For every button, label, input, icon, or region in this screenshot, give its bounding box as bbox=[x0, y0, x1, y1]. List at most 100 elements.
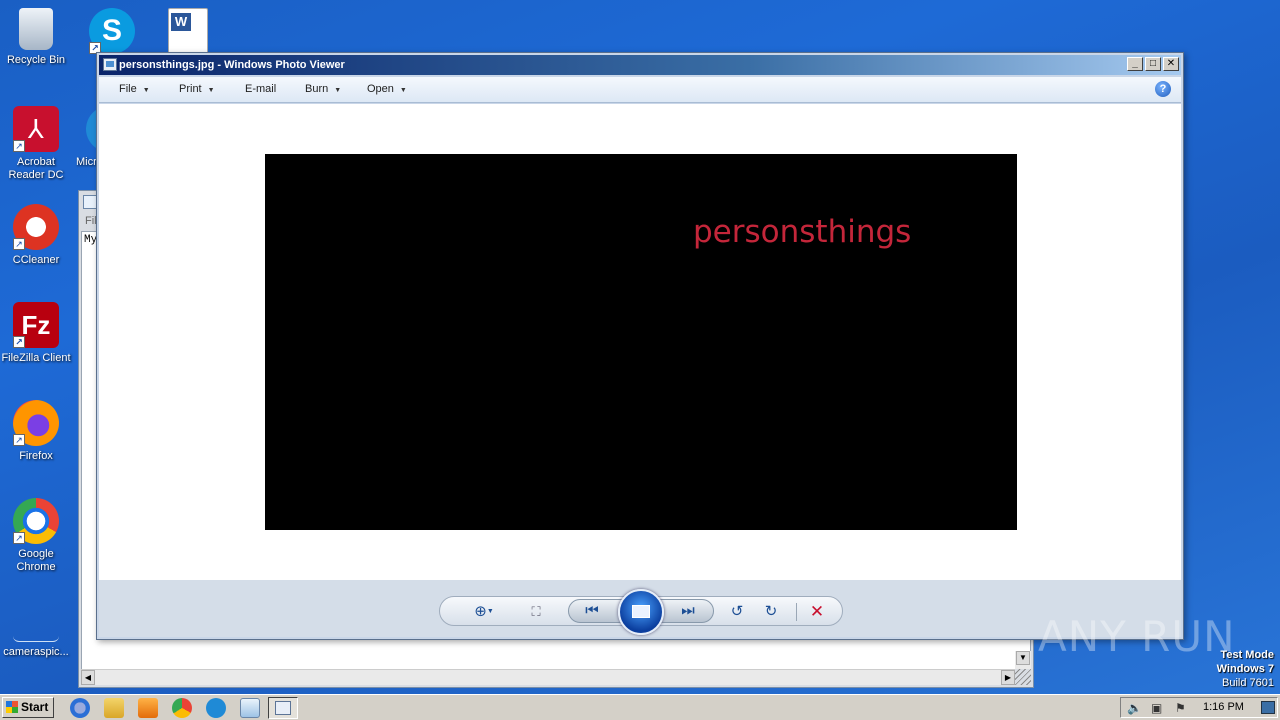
photo-viewer-taskbar-icon bbox=[275, 701, 291, 715]
desktop-icon-label: Google Chrome bbox=[16, 548, 56, 573]
desktop-icon-filezilla[interactable]: Fz ↗ FileZilla Client bbox=[0, 302, 72, 365]
windows-logo-icon bbox=[6, 701, 18, 713]
acrobat-icon: ⅄ ↗ bbox=[13, 106, 59, 152]
desktop-icon-word-document[interactable]: W bbox=[152, 8, 224, 58]
internet-explorer-icon[interactable] bbox=[70, 698, 90, 718]
help-button[interactable]: ? bbox=[1155, 81, 1171, 97]
desktop-icon-skype[interactable]: S ↗ bbox=[76, 8, 148, 58]
background-window-vertical-scrollbar[interactable]: ▼ bbox=[1015, 651, 1031, 669]
system-tray: 🔈 ▣ ⚑ 1:16 PM bbox=[1120, 697, 1278, 718]
slideshow-button[interactable] bbox=[618, 589, 664, 635]
desktop-icon-cameraspic[interactable]: cameraspic... bbox=[0, 616, 72, 659]
test-mode-info: Test Mode Windows 7 Build 7601 bbox=[1217, 648, 1274, 690]
help-icon: ? bbox=[1159, 83, 1167, 95]
desktop-icon-label: Firefox bbox=[19, 450, 53, 462]
desktop-icon-acrobat[interactable]: ⅄ ↗ Acrobat Reader DC bbox=[0, 106, 72, 182]
filezilla-icon: Fz ↗ bbox=[13, 302, 59, 348]
actual-size-button[interactable]: ⛶ bbox=[526, 603, 546, 621]
delete-button[interactable]: ✕ bbox=[806, 603, 828, 621]
zoom-button[interactable]: ⊕▼ bbox=[468, 603, 500, 621]
menu-label: Open bbox=[367, 83, 394, 95]
photo-viewer-taskbar-button[interactable] bbox=[268, 697, 298, 719]
chevron-down-icon: ▼ bbox=[207, 87, 215, 94]
photo-viewer-app-icon bbox=[103, 58, 117, 71]
windows-version-label: Windows 7 bbox=[1216, 663, 1274, 675]
menu-burn[interactable]: Burn ▼ bbox=[305, 83, 341, 95]
network-icon[interactable]: ▣ bbox=[1151, 701, 1162, 715]
background-window-menu-fragment: Fil bbox=[85, 215, 97, 227]
title-bar[interactable]: personsthings.jpg - Windows Photo Viewer… bbox=[99, 55, 1181, 75]
displayed-photo: personsthings bbox=[265, 154, 1017, 530]
close-button[interactable]: ✕ bbox=[1163, 57, 1179, 71]
slideshow-icon bbox=[632, 605, 650, 618]
test-mode-label: Test Mode bbox=[1220, 649, 1274, 661]
file-explorer-icon[interactable] bbox=[104, 698, 124, 718]
resize-grip-icon[interactable] bbox=[1015, 669, 1031, 685]
previous-button[interactable]: ⏮ bbox=[581, 602, 603, 620]
firefox-icon: ↗ bbox=[13, 400, 59, 446]
image-view-area: personsthings bbox=[99, 104, 1181, 580]
actual-size-icon: ⛶ bbox=[531, 604, 541, 619]
chevron-down-icon: ▼ bbox=[486, 608, 494, 616]
photo-viewer-window[interactable]: personsthings.jpg - Windows Photo Viewer… bbox=[96, 52, 1184, 640]
action-center-flag-icon[interactable]: ⚑ bbox=[1175, 701, 1186, 715]
desktop-icon-ccleaner[interactable]: ↗ CCleaner bbox=[0, 204, 72, 267]
chevron-down-icon: ▼ bbox=[334, 87, 342, 94]
control-separator bbox=[796, 603, 797, 621]
menu-print[interactable]: Print ▼ bbox=[179, 83, 215, 95]
background-window-horizontal-scrollbar[interactable]: ◀ ▶ bbox=[81, 669, 1015, 685]
desktop-icon-label: Micr bbox=[76, 156, 97, 168]
window-title: personsthings.jpg - Windows Photo Viewer bbox=[119, 59, 345, 71]
menu-bar: File ▼ Print ▼ E-mail Burn ▼ Open ▼ ? bbox=[99, 77, 1181, 103]
menu-label: File bbox=[119, 83, 137, 95]
menu-open[interactable]: Open ▼ bbox=[367, 83, 407, 95]
maximize-button[interactable]: □ bbox=[1145, 57, 1161, 71]
file-icon bbox=[13, 616, 59, 642]
scroll-down-arrow-icon[interactable]: ▼ bbox=[1016, 651, 1030, 665]
photo-text: personsthings bbox=[693, 214, 912, 250]
anyrun-watermark: ANY RUN bbox=[1038, 612, 1236, 661]
scroll-right-arrow-icon[interactable]: ▶ bbox=[1001, 670, 1015, 685]
show-desktop-button[interactable] bbox=[1261, 701, 1275, 714]
desktop-icon-label: cameraspic... bbox=[3, 646, 69, 658]
next-icon: ⏭ bbox=[681, 602, 695, 619]
clock[interactable]: 1:16 PM bbox=[1203, 701, 1244, 713]
background-window-icon bbox=[83, 195, 97, 209]
word-document-icon: W bbox=[168, 8, 208, 54]
scroll-left-arrow-icon[interactable]: ◀ bbox=[81, 670, 95, 685]
shortcut-arrow-icon: ↗ bbox=[13, 336, 25, 348]
rotate-counterclockwise-icon: ↺ bbox=[730, 603, 744, 620]
minimize-button[interactable]: _ bbox=[1127, 57, 1143, 71]
chrome-taskbar-icon[interactable] bbox=[172, 698, 192, 718]
media-player-icon[interactable] bbox=[138, 698, 158, 718]
shortcut-arrow-icon: ↗ bbox=[13, 238, 25, 250]
chevron-down-icon: ▼ bbox=[399, 87, 407, 94]
notepad-taskbar-icon[interactable] bbox=[240, 698, 260, 718]
skype-icon: S ↗ bbox=[89, 8, 135, 54]
start-label: Start bbox=[21, 700, 49, 714]
shortcut-arrow-icon: ↗ bbox=[13, 140, 25, 152]
menu-label: Print bbox=[179, 83, 202, 95]
previous-icon: ⏮ bbox=[585, 602, 599, 619]
taskbar: Start 🔈 ▣ ⚑ 1:16 PM bbox=[0, 694, 1280, 720]
rotate-counterclockwise-button[interactable]: ↺ bbox=[726, 603, 748, 621]
build-number-label: Build 7601 bbox=[1222, 677, 1274, 689]
control-bar: ⊕▼ ⛶ ⏮ ⏭ ↺ ↻ ✕ bbox=[99, 580, 1181, 637]
desktop-icon-firefox[interactable]: ↗ Firefox bbox=[0, 400, 72, 463]
rotate-clockwise-button[interactable]: ↻ bbox=[760, 603, 782, 621]
desktop-icon-label: FileZilla Client bbox=[1, 352, 71, 364]
menu-email[interactable]: E-mail bbox=[245, 83, 276, 95]
desktop-icon-recycle-bin[interactable]: Recycle Bin bbox=[0, 8, 72, 67]
volume-icon[interactable]: 🔈 bbox=[1127, 701, 1142, 715]
playback-controls: ⊕▼ ⛶ ⏮ ⏭ ↺ ↻ ✕ bbox=[439, 589, 843, 635]
delete-icon: ✕ bbox=[809, 602, 825, 621]
edge-taskbar-icon[interactable] bbox=[206, 698, 226, 718]
chrome-icon: ↗ bbox=[13, 498, 59, 544]
desktop-icon-label: CCleaner bbox=[12, 254, 60, 266]
next-button[interactable]: ⏭ bbox=[677, 602, 699, 620]
desktop-icon-chrome[interactable]: ↗ Google Chrome bbox=[0, 498, 72, 574]
shortcut-arrow-icon: ↗ bbox=[13, 532, 25, 544]
start-button[interactable]: Start bbox=[2, 697, 54, 718]
menu-file[interactable]: File ▼ bbox=[119, 83, 150, 95]
recycle-bin-icon bbox=[19, 8, 53, 50]
